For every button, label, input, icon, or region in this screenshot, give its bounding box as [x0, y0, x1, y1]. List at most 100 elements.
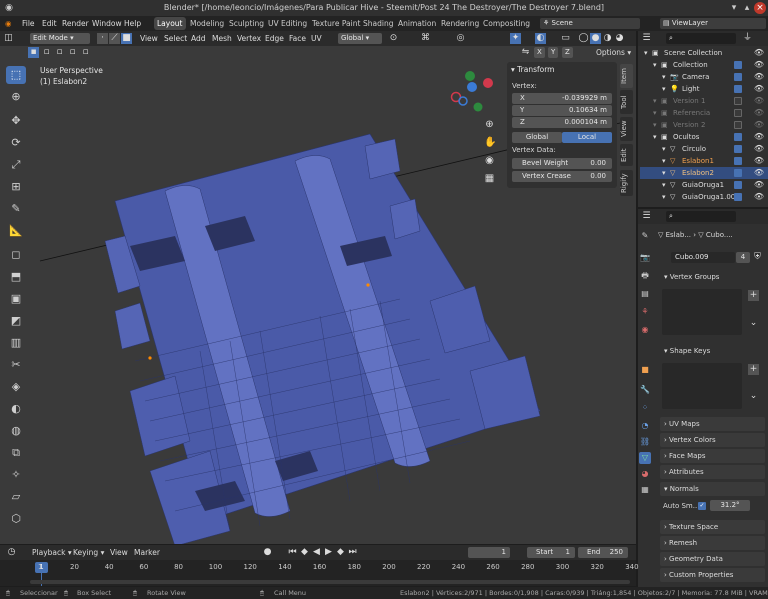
output-props-icon[interactable]: 🖶	[639, 270, 651, 282]
zoom-icon[interactable]: ⊕	[484, 119, 495, 130]
normals-panel-header[interactable]: ▾ Normals	[660, 482, 765, 496]
render-props-icon[interactable]: 📷	[639, 252, 651, 264]
visibility-eye-icon[interactable]: 👁	[754, 143, 764, 155]
tab-modeling[interactable]: Modeling	[187, 17, 227, 30]
visibility-eye-icon[interactable]: 👁	[754, 83, 764, 95]
transform-tool-icon[interactable]: ⊞	[6, 178, 26, 196]
jump-start-icon[interactable]: ⏮	[287, 547, 298, 558]
timeline-editor-icon[interactable]: ◷	[6, 547, 17, 558]
exclude-checkbox[interactable]	[734, 133, 742, 141]
expand-arrow-icon[interactable]: ▾	[662, 155, 666, 167]
outliner-search-input[interactable]: ⌕	[666, 33, 736, 44]
end-frame-field[interactable]: End 250	[578, 547, 628, 558]
exclude-checkbox[interactable]	[734, 181, 742, 189]
gizmo-neg-y-icon[interactable]	[473, 102, 483, 112]
shrink-fatten-tool-icon[interactable]: ✧	[6, 466, 26, 484]
fake-user-shield-icon[interactable]: ⛨	[752, 252, 763, 263]
visibility-eye-icon[interactable]: 👁	[754, 131, 764, 143]
menu-file[interactable]: File	[22, 16, 35, 31]
tool-props-icon[interactable]: ✎	[639, 230, 651, 242]
expand-arrow-icon[interactable]: ▾	[653, 107, 657, 119]
visibility-eye-icon[interactable]: 👁	[754, 179, 764, 191]
face-maps-panel-header[interactable]: › Face Maps	[660, 449, 765, 463]
texture-space-panel-header[interactable]: › Texture Space	[660, 520, 765, 534]
outliner-row[interactable]: ▾ ▽ Eslabon2 👁	[640, 167, 768, 179]
outliner-row[interactable]: ▾ ▣ Scene Collection 👁	[640, 47, 768, 59]
texture-props-icon[interactable]: ▦	[639, 484, 651, 496]
loop-cut-tool-icon[interactable]: ▥	[6, 334, 26, 352]
menu-window[interactable]: Window	[92, 16, 122, 31]
vertex-groups-list[interactable]	[662, 289, 742, 335]
exclude-checkbox[interactable]	[734, 73, 742, 81]
visibility-eye-icon[interactable]: 👁	[754, 107, 764, 119]
current-frame-field[interactable]: 1	[468, 547, 510, 558]
properties-search-input[interactable]: ⌕	[666, 211, 736, 222]
properties-editor-icon[interactable]: ☰	[641, 211, 652, 222]
mesh-data-props-icon[interactable]: ▽	[639, 452, 651, 464]
tab-compositing[interactable]: Compositing	[480, 17, 533, 30]
gizmo-y-icon[interactable]	[465, 71, 475, 81]
visibility-eye-icon[interactable]: 👁	[754, 47, 764, 59]
view-layer-props-icon[interactable]: ▤	[639, 288, 651, 300]
selected-vertex[interactable]	[148, 356, 152, 360]
add-cube-tool-icon[interactable]: ◻	[6, 246, 26, 264]
exclude-checkbox[interactable]	[734, 145, 742, 153]
outliner-row[interactable]: ▾ ▽ GuiaOruga1 👁	[640, 179, 768, 191]
tab-edit[interactable]: Edit	[620, 144, 633, 166]
shear-tool-icon[interactable]: ▱	[6, 488, 26, 506]
tab-item[interactable]: Item	[620, 64, 633, 88]
menu-render[interactable]: Render	[62, 16, 89, 31]
tab-tool[interactable]: Tool	[620, 90, 633, 114]
tab-texture-paint[interactable]: Texture Paint	[309, 17, 363, 30]
pan-hand-icon[interactable]: ✋	[484, 137, 496, 148]
gizmo-z-icon[interactable]	[467, 82, 477, 92]
scene-props-icon[interactable]: ⚘	[639, 306, 651, 318]
uv-maps-panel-header[interactable]: › UV Maps	[660, 417, 765, 431]
expand-arrow-icon[interactable]: ▾	[653, 119, 657, 131]
expand-arrow-icon[interactable]: ▾	[653, 131, 657, 143]
remesh-panel-header[interactable]: › Remesh	[660, 536, 765, 550]
exclude-checkbox[interactable]	[734, 85, 742, 93]
exclude-checkbox[interactable]	[734, 61, 742, 69]
maximize-icon[interactable]: ▴	[741, 2, 753, 14]
exclude-checkbox[interactable]	[734, 169, 742, 177]
bevel-tool-icon[interactable]: ◩	[6, 312, 26, 330]
ortho-grid-icon[interactable]: ▦	[484, 173, 495, 184]
auto-smooth-checkbox[interactable]: ✓	[698, 502, 706, 510]
spin-tool-icon[interactable]: ◐	[6, 400, 26, 418]
gizmo-neg-z-icon[interactable]	[458, 96, 468, 106]
tab-rigify[interactable]: Rigify	[620, 170, 633, 196]
play-reverse-icon[interactable]: ◀	[311, 547, 322, 558]
view-layer-selector[interactable]: ▤ ViewLayer	[660, 18, 766, 29]
mesh-users-field[interactable]: 4	[736, 252, 750, 263]
tab-rendering[interactable]: Rendering	[438, 17, 482, 30]
expand-arrow-icon[interactable]: ▾	[662, 191, 666, 203]
outliner-row[interactable]: ▾ 📷 Camera 👁	[640, 71, 768, 83]
physics-props-icon[interactable]: ◔	[639, 420, 651, 432]
world-props-icon[interactable]: ◉	[639, 324, 651, 336]
expand-arrow-icon[interactable]: ▾	[662, 167, 666, 179]
minimize-icon[interactable]: ▾	[728, 2, 740, 14]
visibility-eye-icon[interactable]: 👁	[754, 59, 764, 71]
tab-view[interactable]: View	[620, 117, 633, 141]
vertex-colors-panel-header[interactable]: › Vertex Colors	[660, 433, 765, 447]
visibility-eye-icon[interactable]: 👁	[754, 167, 764, 179]
constraints-props-icon[interactable]: ⛓	[639, 436, 651, 448]
scene-selector[interactable]: ⚘ Scene	[540, 18, 640, 29]
shape-keys-panel-header[interactable]: ▾ Shape Keys	[660, 344, 765, 358]
timeline-menu-marker[interactable]: Marker	[134, 545, 160, 560]
play-icon[interactable]: ▶	[323, 547, 334, 558]
tab-uv-editing[interactable]: UV Editing	[265, 17, 310, 30]
add-shape-key-icon[interactable]: +	[748, 364, 759, 375]
navigation-gizmo[interactable]	[450, 71, 494, 112]
camera-view-icon[interactable]: ◉	[484, 155, 495, 166]
vertex-group-menu-icon[interactable]: ⌄	[748, 318, 759, 329]
next-keyframe-icon[interactable]: ◆	[335, 547, 346, 558]
measure-tool-icon[interactable]: 📐	[6, 222, 26, 240]
global-toggle[interactable]: Global	[512, 132, 562, 143]
extrude-tool-icon[interactable]: ⬒	[6, 268, 26, 286]
selected-vertex[interactable]	[366, 283, 370, 287]
vertex-y-field[interactable]: Y 0.10634 m	[512, 105, 612, 116]
3d-viewport[interactable]: ◫ Edit Mode ▾ ⋅ ⟋ ■ View Select Add Mesh…	[0, 31, 636, 544]
start-frame-field[interactable]: Start 1	[527, 547, 575, 558]
